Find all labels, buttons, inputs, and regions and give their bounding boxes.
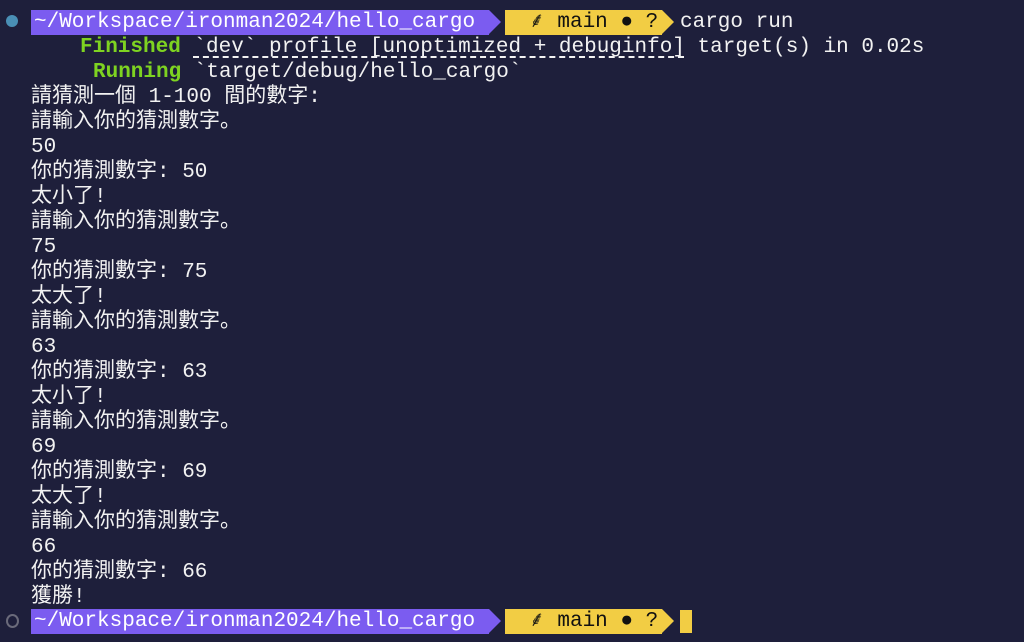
cargo-running-line: Running `target/debug/hello_cargo` bbox=[93, 60, 521, 85]
output-line: 75 bbox=[31, 236, 57, 259]
git-branch-icon: ⸙ bbox=[529, 11, 545, 34]
output-line: 你的猜測數字: 69 bbox=[31, 461, 208, 484]
output-line: 你的猜測數字: 66 bbox=[31, 561, 208, 584]
output-line: 你的猜測數字: 63 bbox=[31, 361, 208, 384]
output-line: 63 bbox=[31, 336, 57, 359]
running-label: Running bbox=[93, 61, 182, 84]
running-target: `target/debug/hello_cargo` bbox=[193, 61, 522, 84]
prompt-status-dot bbox=[6, 614, 19, 628]
output-line: 請輸入你的猜測數字。 bbox=[31, 511, 241, 534]
output-line: 太小了! bbox=[31, 386, 107, 409]
output-line: 66 bbox=[31, 536, 57, 559]
output-line: 太小了! bbox=[31, 186, 107, 209]
output-line: 69 bbox=[31, 436, 57, 459]
output-line: 太大了! bbox=[31, 286, 107, 309]
finished-profile: `dev` profile [unoptimized + debuginfo] bbox=[193, 36, 685, 59]
finished-label: Finished bbox=[80, 36, 181, 59]
output-line: 你的猜測數字: 75 bbox=[31, 261, 208, 284]
git-branch-icon: ⸙ bbox=[529, 610, 545, 633]
git-branch: main bbox=[557, 11, 608, 34]
prompt-git: ⸙ main ● ? bbox=[505, 609, 675, 634]
cargo-finished-line: Finished `dev` profile [unoptimized + de… bbox=[80, 35, 924, 60]
finished-rest: target(s) in 0.02s bbox=[684, 36, 925, 59]
git-status: ● ? bbox=[620, 610, 659, 633]
output-line: 請輸入你的猜測數字。 bbox=[31, 111, 241, 134]
prompt-git: ⸙ main ● ? bbox=[505, 10, 675, 35]
terminal-cursor[interactable] bbox=[680, 610, 692, 633]
prompt-path: ~/Workspace/ironman2024/hello_cargo bbox=[31, 609, 502, 634]
git-branch: main bbox=[557, 610, 608, 633]
output-line: 太大了! bbox=[31, 486, 107, 509]
output-line: 你的猜測數字: 50 bbox=[31, 161, 208, 184]
command-text: cargo run bbox=[680, 11, 794, 34]
output-line: 請輸入你的猜測數字。 bbox=[31, 211, 241, 234]
output-line: 請猜測一個 1-100 間的數字: bbox=[31, 86, 321, 109]
prompt-path: ~/Workspace/ironman2024/hello_cargo bbox=[31, 10, 502, 35]
output-line: 請輸入你的猜測數字。 bbox=[31, 311, 241, 334]
output-line: 獲勝! bbox=[31, 586, 86, 609]
output-line: 請輸入你的猜測數字。 bbox=[31, 411, 241, 434]
git-status: ● ? bbox=[620, 11, 659, 34]
prompt-status-dot bbox=[6, 15, 18, 27]
output-line: 50 bbox=[31, 136, 57, 159]
